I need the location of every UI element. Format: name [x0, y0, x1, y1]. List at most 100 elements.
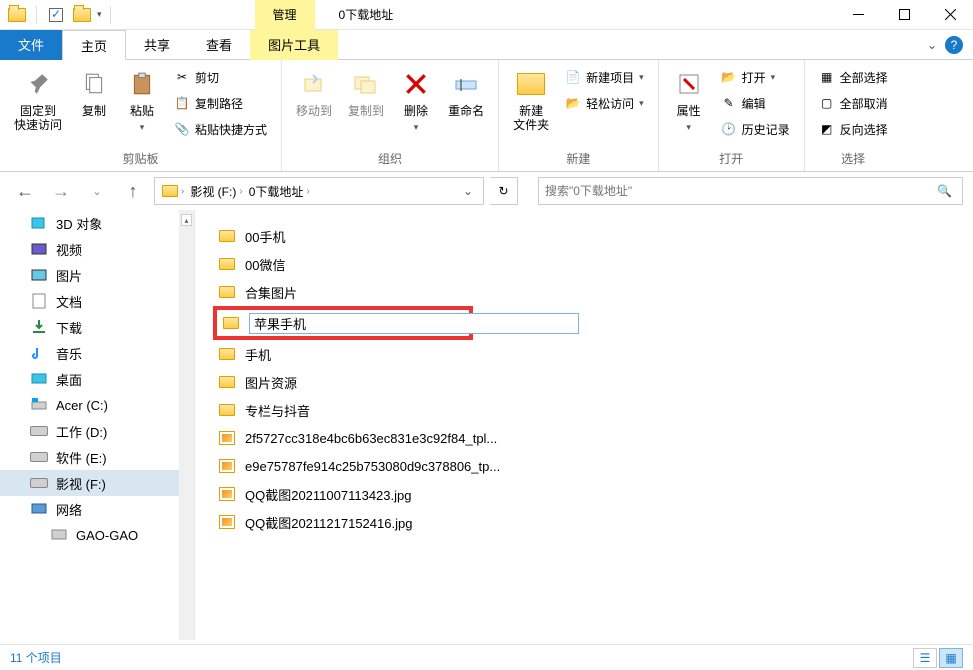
invert-selection-button[interactable]: ◩反向选择	[815, 118, 892, 140]
new-folder-button[interactable]: 新建 文件夹	[505, 64, 557, 148]
image-icon	[217, 456, 237, 476]
pin-quick-access-button[interactable]: 固定到 快速访问	[6, 64, 70, 148]
sidebar-item[interactable]: 视频	[0, 236, 194, 262]
minimize-button[interactable]	[835, 0, 881, 30]
ribbon-group-select: ▦全部选择 ▢全部取消 ◩反向选择 选择	[805, 60, 902, 171]
copy-to-button[interactable]: 复制到	[340, 64, 392, 148]
icons-view-button[interactable]: ▦	[939, 648, 963, 668]
new-item-button[interactable]: 📄新建项目▾	[561, 66, 648, 88]
tab-view[interactable]: 查看	[188, 30, 250, 60]
sidebar-item[interactable]: 桌面	[0, 366, 194, 392]
file-item[interactable]: 手机	[217, 340, 973, 368]
scrollbar[interactable]: ▴	[179, 210, 194, 640]
tab-home[interactable]: 主页	[62, 30, 126, 60]
sidebar-item[interactable]: 影视 (F:)	[0, 470, 194, 496]
label: 轻松访问	[586, 95, 634, 112]
sidebar-item[interactable]: GAO-GAO	[0, 522, 194, 548]
file-item[interactable]: 图片资源	[217, 368, 973, 396]
paste-shortcut-button[interactable]: 📎粘贴快捷方式	[170, 118, 271, 140]
sidebar-item[interactable]: 工作 (D:)	[0, 418, 194, 444]
sidebar-item[interactable]: 网络	[0, 496, 194, 522]
search-box[interactable]: 🔍	[538, 177, 963, 205]
chevron-down-icon: ▾	[639, 98, 644, 109]
breadcrumb-root[interactable]: ›	[159, 185, 187, 197]
move-to-button[interactable]: 移动到	[288, 64, 340, 148]
easy-access-button[interactable]: 📂轻松访问▾	[561, 92, 648, 114]
file-item[interactable]: QQ截图20211007113423.jpg	[217, 480, 973, 508]
cut-button[interactable]: ✂剪切	[170, 66, 271, 88]
file-name: 00手机	[245, 227, 285, 246]
group-label: 剪贴板	[123, 148, 159, 169]
sidebar-item[interactable]: 软件 (E:)	[0, 444, 194, 470]
label: 粘贴快捷方式	[195, 121, 267, 138]
file-item[interactable]	[213, 306, 473, 340]
edit-button[interactable]: ✎编辑	[717, 92, 794, 114]
drive-icon	[30, 474, 48, 492]
path-icon: 📋	[174, 95, 190, 111]
sidebar-item[interactable]: 下载	[0, 314, 194, 340]
file-item[interactable]: 00手机	[217, 222, 973, 250]
breadcrumb-item[interactable]: 0下载地址›	[246, 183, 313, 200]
rename-button[interactable]: 重命名	[440, 64, 492, 148]
checkbox-icon[interactable]	[45, 4, 67, 26]
select-none-button[interactable]: ▢全部取消	[815, 92, 892, 114]
file-name: 合集图片	[245, 283, 297, 302]
rename-input[interactable]	[249, 313, 579, 334]
tab-picture-tools[interactable]: 图片工具	[250, 30, 338, 60]
paste-button[interactable]: 粘贴 ▾	[118, 64, 166, 148]
scroll-up-button[interactable]: ▴	[181, 214, 192, 226]
file-name: 手机	[245, 345, 271, 364]
back-button[interactable]: ←	[10, 176, 40, 206]
file-item[interactable]: QQ截图20211217152416.jpg	[217, 508, 973, 536]
file-item[interactable]: 合集图片	[217, 278, 973, 306]
up-button[interactable]: ↑	[118, 176, 148, 206]
desktop-icon	[30, 370, 48, 388]
copy-button[interactable]: 复制	[70, 64, 118, 148]
copy-path-button[interactable]: 📋复制路径	[170, 92, 271, 114]
sidebar-item[interactable]: Acer (C:)	[0, 392, 194, 418]
drive-icon	[30, 448, 48, 466]
tab-share[interactable]: 共享	[126, 30, 188, 60]
chevron-down-icon[interactable]: ⌄	[927, 38, 937, 52]
search-input[interactable]	[545, 184, 933, 198]
open-button[interactable]: 📂打开▾	[717, 66, 794, 88]
file-name: 00微信	[245, 255, 285, 274]
history-button[interactable]: 🕑历史记录	[717, 118, 794, 140]
separator	[36, 6, 37, 24]
select-all-button[interactable]: ▦全部选择	[815, 66, 892, 88]
close-button[interactable]	[927, 0, 973, 30]
sidebar-item[interactable]: 音乐	[0, 340, 194, 366]
chevron-down-icon: ▾	[414, 122, 419, 133]
delete-button[interactable]: 删除 ▾	[392, 64, 440, 148]
refresh-button[interactable]: ↻	[490, 177, 518, 205]
sidebar-item[interactable]: 3D 对象	[0, 210, 194, 236]
pin-icon	[22, 68, 54, 100]
label: 删除	[404, 104, 428, 118]
file-item[interactable]: 专栏与抖音	[217, 396, 973, 424]
search-icon[interactable]: 🔍	[933, 184, 956, 198]
sidebar-item[interactable]: 图片	[0, 262, 194, 288]
file-item[interactable]: 00微信	[217, 250, 973, 278]
file-item[interactable]: e9e75787fe914c25b753080d9c378806_tp...	[217, 452, 973, 480]
sidebar-item[interactable]: 文档	[0, 288, 194, 314]
maximize-button[interactable]	[881, 0, 927, 30]
details-view-button[interactable]: ☰	[913, 648, 937, 668]
group-label: 新建	[566, 148, 590, 169]
forward-button[interactable]: →	[46, 176, 76, 206]
chevron-down-icon[interactable]: ▾	[97, 9, 102, 20]
file-item[interactable]: 2f5727cc318e4bc6b63ec831e3c92f84_tpl...	[217, 424, 973, 452]
ribbon: 固定到 快速访问 复制 粘贴 ▾ ✂剪切 📋复制路径 📎粘贴快捷方式 剪贴板	[0, 60, 973, 172]
contextual-tab-manage: 管理	[255, 0, 315, 30]
recent-locations-button[interactable]: ⌄	[82, 176, 112, 206]
tab-file[interactable]: 文件	[0, 30, 62, 60]
breadcrumb-item[interactable]: 影视 (F:)›	[187, 183, 245, 200]
properties-button[interactable]: 属性 ▾	[665, 64, 713, 148]
folder-icon	[217, 400, 237, 420]
scissors-icon: ✂	[174, 69, 190, 85]
folder-icon[interactable]	[71, 4, 93, 26]
help-icon[interactable]: ?	[945, 36, 963, 54]
breadcrumb-dropdown[interactable]: ⌄	[457, 184, 479, 198]
edit-icon: ✎	[721, 95, 737, 111]
breadcrumb[interactable]: › 影视 (F:)› 0下载地址› ⌄	[154, 177, 484, 205]
file-list[interactable]: 00手机 00微信合集图片手机图片资源专栏与抖音2f5727cc318e4bc6b…	[195, 210, 973, 640]
